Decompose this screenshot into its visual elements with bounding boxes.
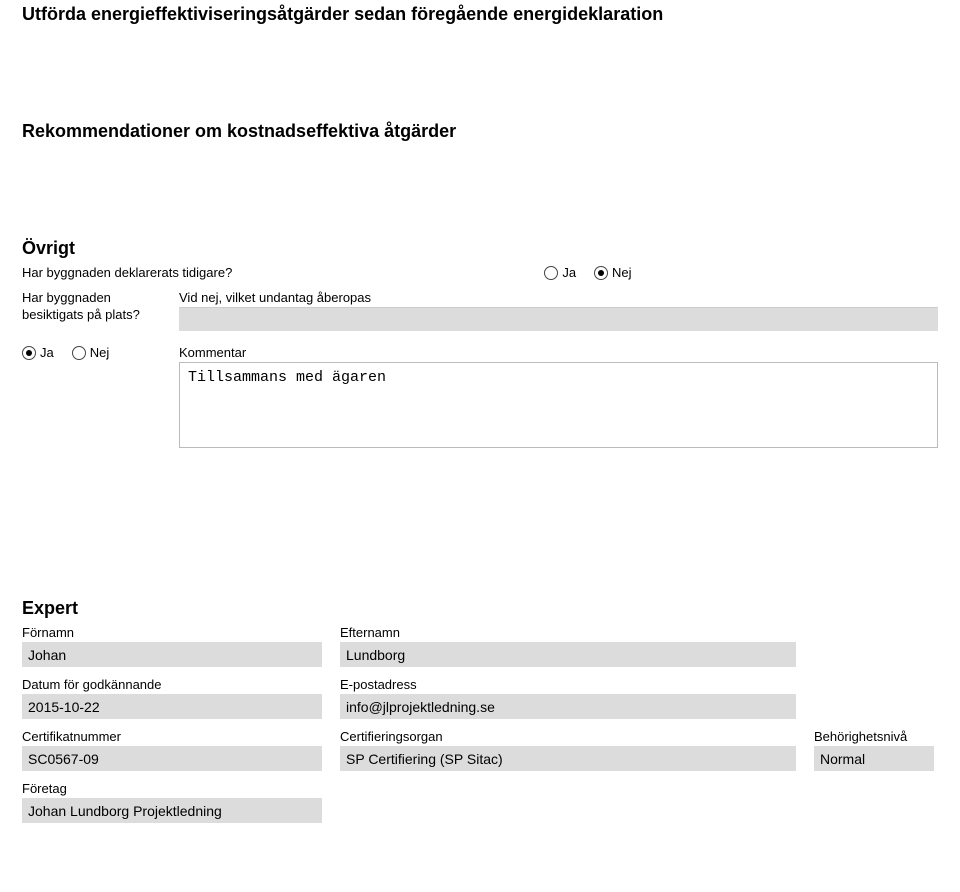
undantag-label: Vid nej, vilket undantag åberopas [179,290,938,307]
epost-value: info@jlprojektledning.se [340,694,796,719]
radio-ja-label: Ja [562,265,576,280]
fornamn-value: Johan [22,642,322,667]
efternamn-value: Lundborg [340,642,796,667]
radio-ja-label: Ja [40,345,54,362]
niva-value: Normal [814,746,934,771]
niva-label: Behörighetsnivå [814,729,934,746]
section-heading-ovrigt: Övrigt [22,238,938,259]
radio-icon [594,266,608,280]
section-heading-rekommendationer: Rekommendationer om kostnadseffektiva åt… [22,121,938,142]
foretag-value: Johan Lundborg Projektledning [22,798,322,823]
deklarerats-question: Har byggnaden deklarerats tidigare? [22,265,232,280]
section-heading-expert: Expert [22,598,938,619]
section-heading-atgarder: Utförda energieffektiviseringsåtgärder s… [22,4,938,25]
besiktigats-question: Har byggnaden besiktigats på plats? [22,290,167,324]
datum-label: Datum för godkännande [22,677,322,694]
kommentar-input[interactable]: Tillsammans med ägaren [179,362,938,448]
radio-icon [544,266,558,280]
datum-value: 2015-10-22 [22,694,322,719]
epost-label: E-postadress [340,677,796,694]
cert-value: SC0567-09 [22,746,322,771]
radio-icon [72,346,86,360]
kommentar-label: Kommentar [179,345,938,362]
radio-icon [22,346,36,360]
radio-nej-label: Nej [612,265,632,280]
undantag-input[interactable] [179,307,938,331]
besiktigats-nej-option[interactable]: Nej [72,345,110,362]
deklarerats-nej-option[interactable]: Nej [594,265,632,280]
cert-label: Certifikatnummer [22,729,322,746]
certorg-label: Certifieringsorgan [340,729,796,746]
fornamn-label: Förnamn [22,625,322,642]
certorg-value: SP Certifiering (SP Sitac) [340,746,796,771]
foretag-label: Företag [22,781,322,798]
besiktigats-ja-option[interactable]: Ja [22,345,54,362]
deklarerats-ja-option[interactable]: Ja [544,265,576,280]
efternamn-label: Efternamn [340,625,796,642]
radio-nej-label: Nej [90,345,110,362]
